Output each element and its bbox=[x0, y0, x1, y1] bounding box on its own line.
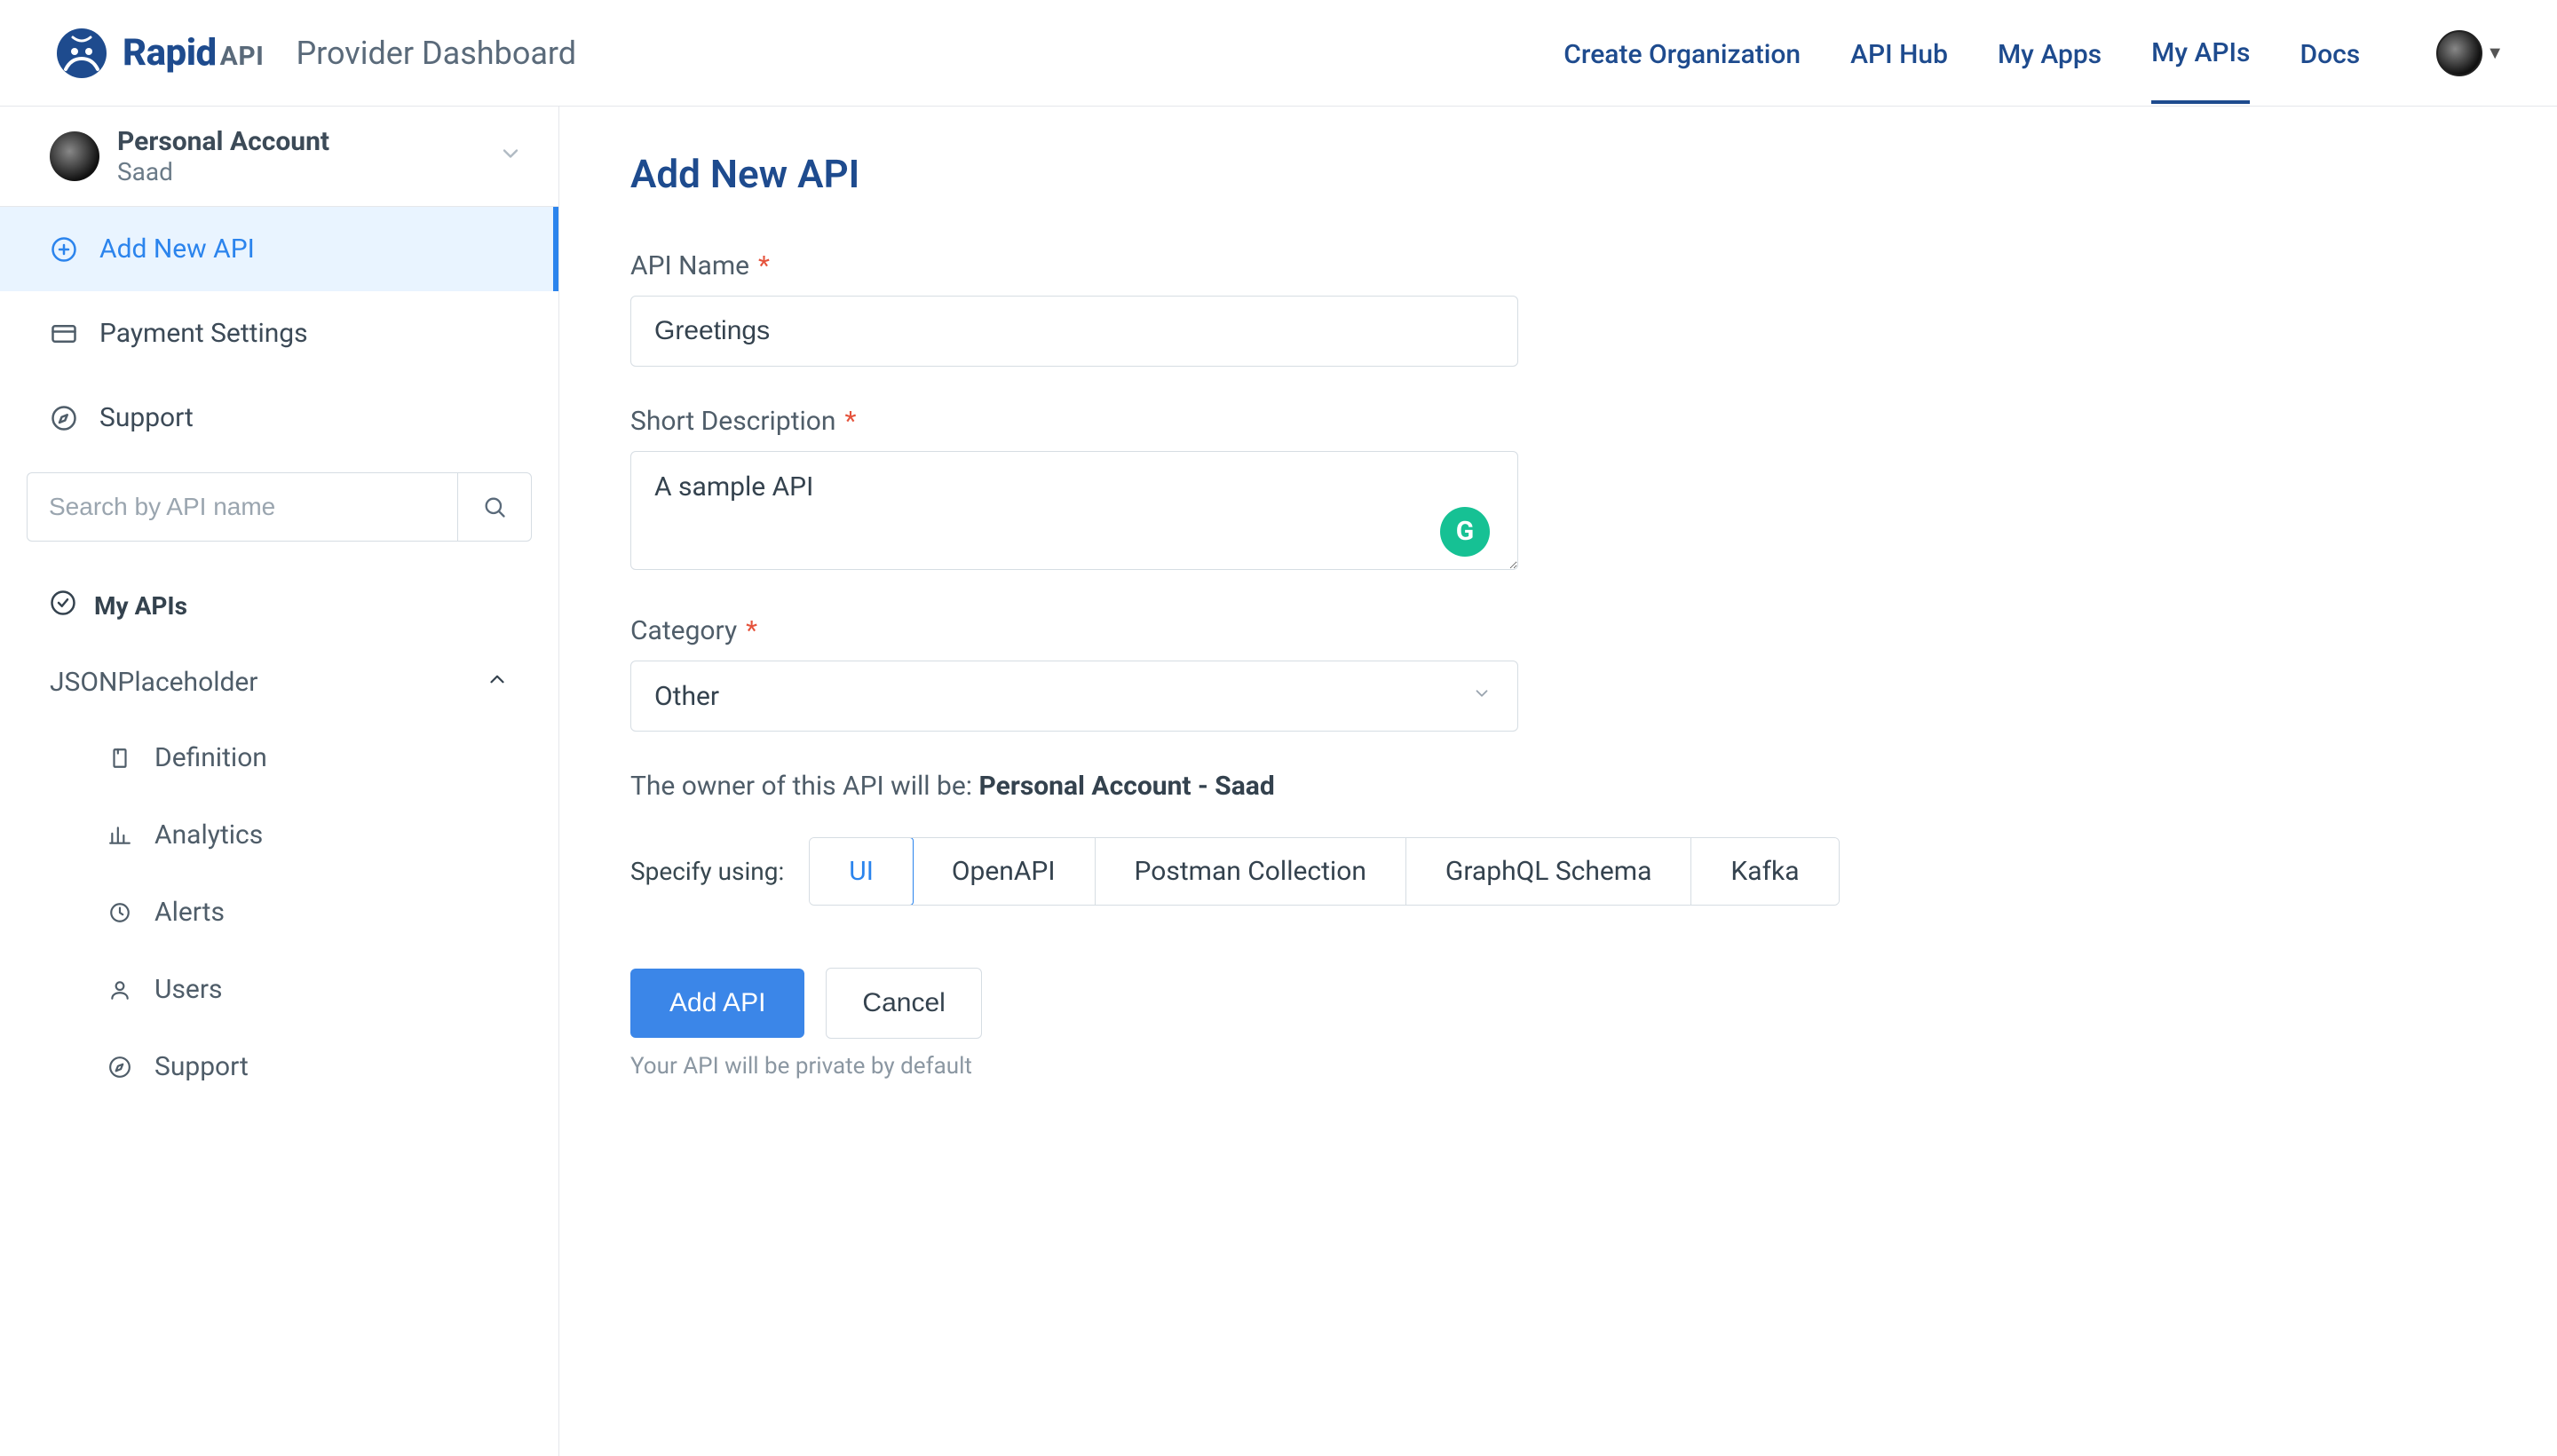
grammarly-icon[interactable]: G bbox=[1440, 507, 1490, 557]
sidebar-subitem-label: Support bbox=[154, 1051, 249, 1082]
chevron-down-icon bbox=[498, 141, 523, 172]
label-category: Category bbox=[630, 615, 737, 646]
topbar: Rapid API Provider Dashboard Create Orga… bbox=[0, 0, 2557, 107]
specify-option-kafka[interactable]: Kafka bbox=[1691, 838, 1838, 905]
search-button[interactable] bbox=[457, 472, 532, 542]
sidebar-subitem-label: Alerts bbox=[154, 897, 225, 928]
plus-circle-icon bbox=[50, 235, 78, 264]
owner-value: Personal Account - Saad bbox=[978, 771, 1274, 802]
specify-option-ui[interactable]: UI bbox=[809, 837, 914, 906]
bar-chart-icon bbox=[107, 822, 133, 849]
clock-icon bbox=[107, 899, 133, 926]
user-menu[interactable]: ▼ bbox=[2436, 30, 2504, 76]
chevron-down-icon bbox=[1472, 684, 1492, 708]
top-nav: Create Organization API Hub My Apps My A… bbox=[1563, 2, 2504, 104]
sidebar-subitem-label: Users bbox=[154, 974, 223, 1005]
sidebar-subitem-analytics[interactable]: Analytics bbox=[0, 796, 558, 874]
sidebar-group-label: JSONPlaceholder bbox=[50, 667, 257, 698]
sidebar-section-label: My APIs bbox=[94, 591, 187, 621]
short-description-input[interactable] bbox=[630, 451, 1518, 570]
specify-option-postman[interactable]: Postman Collection bbox=[1096, 838, 1406, 905]
sidebar-item-support[interactable]: Support bbox=[0, 376, 558, 460]
sidebar-item-payment-settings[interactable]: Payment Settings bbox=[0, 291, 558, 376]
field-api-name: API Name * bbox=[630, 250, 1518, 367]
sidebar-subitem-definition[interactable]: Definition bbox=[0, 719, 558, 796]
sidebar-search bbox=[27, 472, 532, 542]
cancel-button[interactable]: Cancel bbox=[826, 968, 981, 1039]
specify-row: Specify using: UI OpenAPI Postman Collec… bbox=[630, 837, 2486, 906]
credit-card-icon bbox=[50, 320, 78, 348]
user-icon bbox=[107, 977, 133, 1003]
brand-api: API bbox=[220, 41, 265, 72]
brand-icon bbox=[53, 25, 110, 82]
sidebar-subitem-label: Analytics bbox=[154, 819, 263, 851]
sidebar-item-add-new-api[interactable]: Add New API bbox=[0, 207, 558, 291]
sidebar-subitem-label: Definition bbox=[154, 742, 267, 773]
compass-icon bbox=[50, 404, 78, 432]
required-mark: * bbox=[758, 250, 770, 281]
search-input[interactable] bbox=[27, 472, 457, 542]
account-title: Personal Account bbox=[117, 126, 329, 157]
page-title: Add New API bbox=[630, 151, 2486, 197]
sidebar-item-label: Payment Settings bbox=[99, 318, 308, 349]
dashboard-label: Provider Dashboard bbox=[296, 35, 576, 72]
required-mark: * bbox=[746, 615, 757, 646]
button-row: Add API Cancel bbox=[630, 968, 2486, 1039]
sidebar-subitem-users[interactable]: Users bbox=[0, 951, 558, 1028]
sidebar: Personal Account Saad Add New API Paymen… bbox=[0, 107, 559, 1456]
nav-docs[interactable]: Docs bbox=[2300, 4, 2360, 102]
main-content: Add New API API Name * Short Description… bbox=[559, 107, 2557, 1456]
sidebar-subitem-support[interactable]: Support bbox=[0, 1028, 558, 1105]
brand[interactable]: Rapid API Provider Dashboard bbox=[53, 25, 576, 82]
specify-option-graphql[interactable]: GraphQL Schema bbox=[1406, 838, 1692, 905]
specify-option-openapi[interactable]: OpenAPI bbox=[913, 838, 1096, 905]
sidebar-section-my-apis[interactable]: My APIs bbox=[0, 566, 558, 645]
nav-create-organization[interactable]: Create Organization bbox=[1563, 4, 1801, 102]
brand-rapid: Rapid bbox=[123, 31, 217, 75]
compass-icon bbox=[107, 1054, 133, 1080]
api-name-input[interactable] bbox=[630, 296, 1518, 367]
sidebar-subitem-alerts[interactable]: Alerts bbox=[0, 874, 558, 951]
avatar bbox=[2436, 30, 2482, 76]
check-circle-icon bbox=[50, 590, 76, 622]
field-short-description: Short Description * G bbox=[630, 406, 1518, 576]
category-value: Other bbox=[654, 681, 719, 712]
add-api-button[interactable]: Add API bbox=[630, 969, 804, 1038]
file-icon bbox=[107, 745, 133, 772]
account-name: Saad bbox=[117, 157, 329, 186]
label-specify-using: Specify using: bbox=[630, 857, 784, 886]
field-category: Category * Other bbox=[630, 615, 1518, 732]
label-short-description: Short Description bbox=[630, 406, 835, 437]
chevron-up-icon bbox=[486, 667, 509, 698]
nav-my-apis[interactable]: My APIs bbox=[2151, 2, 2250, 104]
specify-segmented: UI OpenAPI Postman Collection GraphQL Sc… bbox=[809, 837, 1839, 906]
required-mark: * bbox=[844, 406, 856, 437]
brand-text: Rapid API bbox=[123, 31, 264, 75]
sidebar-group-jsonplaceholder[interactable]: JSONPlaceholder bbox=[0, 645, 558, 719]
nav-api-hub[interactable]: API Hub bbox=[1850, 4, 1948, 102]
sidebar-item-label: Add New API bbox=[99, 233, 255, 265]
caret-down-icon: ▼ bbox=[2486, 42, 2504, 64]
owner-prefix: The owner of this API will be: bbox=[630, 771, 978, 802]
nav-my-apps[interactable]: My Apps bbox=[1998, 4, 2102, 102]
private-hint: Your API will be private by default bbox=[630, 1053, 2486, 1080]
owner-line: The owner of this API will be: Personal … bbox=[630, 771, 2486, 802]
label-api-name: API Name bbox=[630, 250, 749, 281]
category-select[interactable]: Other bbox=[630, 661, 1518, 732]
account-avatar bbox=[50, 131, 99, 181]
sidebar-item-label: Support bbox=[99, 402, 194, 433]
account-switcher[interactable]: Personal Account Saad bbox=[0, 107, 558, 207]
